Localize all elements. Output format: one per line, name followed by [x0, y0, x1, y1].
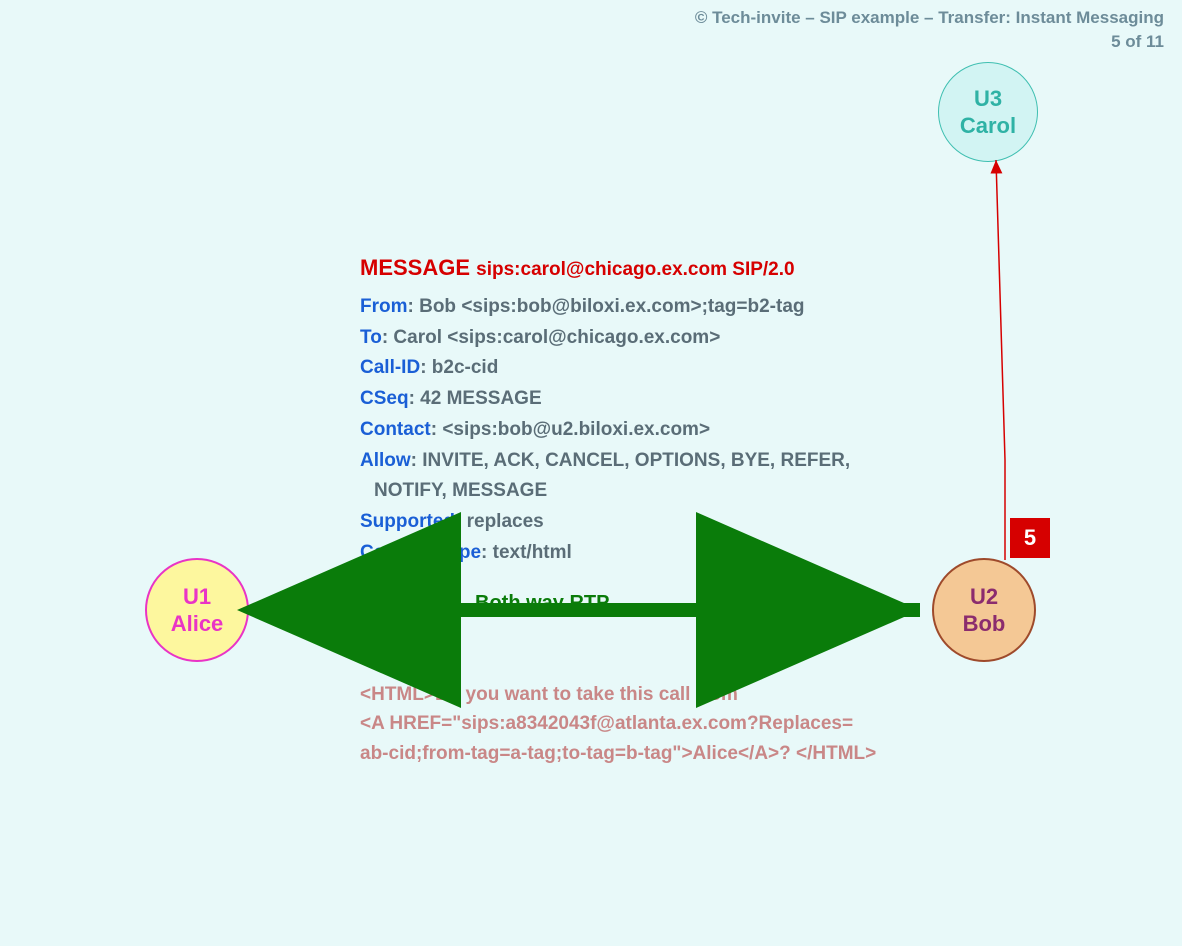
- page-counter: 5 of 11: [695, 32, 1164, 52]
- header-callid: Call-ID: b2c-cid: [360, 353, 920, 384]
- header-contenttype: Content-Type: text/html: [360, 538, 920, 569]
- node-id: U3: [974, 85, 1002, 113]
- header-allow-cont: NOTIFY, MESSAGE: [360, 476, 920, 507]
- header-block: © Tech-invite – SIP example – Transfer: …: [695, 8, 1164, 52]
- node-alice: U1 Alice: [145, 558, 249, 662]
- method: MESSAGE: [360, 255, 470, 280]
- header-cseq: CSeq: 42 MESSAGE: [360, 384, 920, 415]
- header-supported: Supported: replaces: [360, 507, 920, 538]
- header-contact: Contact: <sips:bob@u2.biloxi.ex.com>: [360, 415, 920, 446]
- node-name: Alice: [171, 610, 224, 638]
- rtp-label: Both way RTP: [475, 592, 609, 615]
- node-bob: U2 Bob: [932, 558, 1036, 662]
- node-name: Carol: [960, 112, 1016, 140]
- sip-message: MESSAGE sips:carol@chicago.ex.com SIP/2.…: [360, 250, 920, 569]
- step-number: 5: [1024, 525, 1036, 551]
- step-badge: 5: [1010, 518, 1050, 558]
- body-line-1: <HTML>Do you want to take this call from: [360, 680, 920, 709]
- request-line: MESSAGE sips:carol@chicago.ex.com SIP/2.…: [360, 250, 920, 286]
- node-carol: U3 Carol: [938, 62, 1038, 162]
- node-id: U2: [970, 583, 998, 611]
- message-arrow: [996, 160, 1005, 560]
- node-name: Bob: [963, 610, 1006, 638]
- request-uri: sips:carol@chicago.ex.com SIP/2.0: [476, 259, 794, 280]
- header-to: To: Carol <sips:carol@chicago.ex.com>: [360, 323, 920, 354]
- header-from: From: Bob <sips:bob@biloxi.ex.com>;tag=b…: [360, 292, 920, 323]
- header-allow: Allow: INVITE, ACK, CANCEL, OPTIONS, BYE…: [360, 446, 920, 477]
- message-body: <HTML>Do you want to take this call from…: [360, 680, 920, 768]
- body-line-2: <A HREF="sips:a8342043f@atlanta.ex.com?R…: [360, 709, 920, 738]
- copyright-text: © Tech-invite – SIP example – Transfer: …: [695, 8, 1164, 28]
- body-line-3: ab-cid;from-tag=a-tag;to-tag=b-tag">Alic…: [360, 739, 920, 768]
- node-id: U1: [183, 583, 211, 611]
